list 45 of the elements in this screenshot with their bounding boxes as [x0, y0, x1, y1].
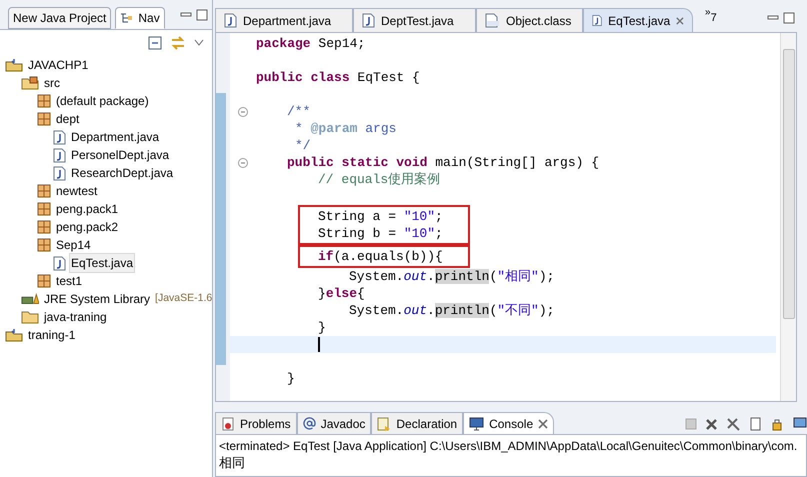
tree-item[interactable]: PersonelDept.java [69, 145, 172, 165]
code-line: * @param args [295, 121, 396, 136]
console-status: <terminated> EqTest [Java Application] C:\Users\IBM_ADMIN\AppData\Local\Genuitec\Common\binary\com. [219, 438, 798, 455]
tree-item[interactable]: test1 [54, 271, 84, 291]
tree-item[interactable]: peng.pack1 [54, 199, 120, 219]
code-line: System.out.println("不同"); [349, 303, 554, 318]
library-version: [JavaSE-1.6 [155, 291, 212, 306]
code-line: public static void main(String[] args) { [287, 155, 600, 170]
code-line: if(a.equals(b)){ [318, 249, 443, 264]
view-tab[interactable]: Nav [115, 7, 165, 29]
code-line: }else{ [318, 286, 365, 301]
console-output: 相同 [219, 455, 246, 471]
more-tabs-button[interactable]: »7 [705, 8, 717, 32]
tree-item[interactable]: ResearchDept.java [69, 163, 176, 183]
code-line: */ [295, 138, 311, 153]
tree-item[interactable]: (default package) [54, 91, 151, 111]
view-tab[interactable]: Console [463, 412, 554, 434]
code-line: System.out.println("相同"); [349, 269, 554, 284]
tree-item[interactable]: Department.java [69, 127, 162, 147]
code-line: String b = "10"; [318, 226, 443, 241]
tree-item[interactable]: Sep14 [54, 235, 93, 255]
code-line: } [318, 320, 326, 335]
editor-tab[interactable]: DeptTest.java [353, 8, 476, 32]
tree-item[interactable]: peng.pack2 [54, 217, 120, 237]
tree-item[interactable]: JAVACHP1 [26, 55, 90, 75]
tree-item[interactable]: src [42, 73, 62, 93]
view-tab[interactable]: New Java Project [8, 7, 112, 29]
code-line: String a = "10"; [318, 209, 443, 224]
code-line: // equals使用案例 [318, 172, 440, 187]
tree-item[interactable]: EqTest.java [69, 253, 136, 273]
code-line: public class EqTest { [256, 70, 420, 85]
editor-tab[interactable]: Department.java [215, 8, 353, 32]
tree-item[interactable]: java-traning [42, 307, 109, 327]
tree-item[interactable]: traning-1 [26, 325, 78, 345]
view-tab[interactable]: Problems [215, 412, 297, 434]
tree-item[interactable]: dept [54, 109, 82, 129]
code-line: /** [287, 104, 310, 119]
editor-tab[interactable]: EqTest.java [583, 8, 693, 32]
view-tab[interactable]: Javadoc [296, 412, 372, 434]
code-line: package Sep14; [256, 36, 366, 51]
tree-item[interactable]: newtest [54, 181, 100, 201]
tree-item[interactable]: JRE System Library [42, 289, 152, 309]
code-line: } [287, 371, 295, 386]
view-tab[interactable]: Declaration [371, 412, 464, 434]
editor-tab[interactable]: Object.class [476, 8, 583, 32]
